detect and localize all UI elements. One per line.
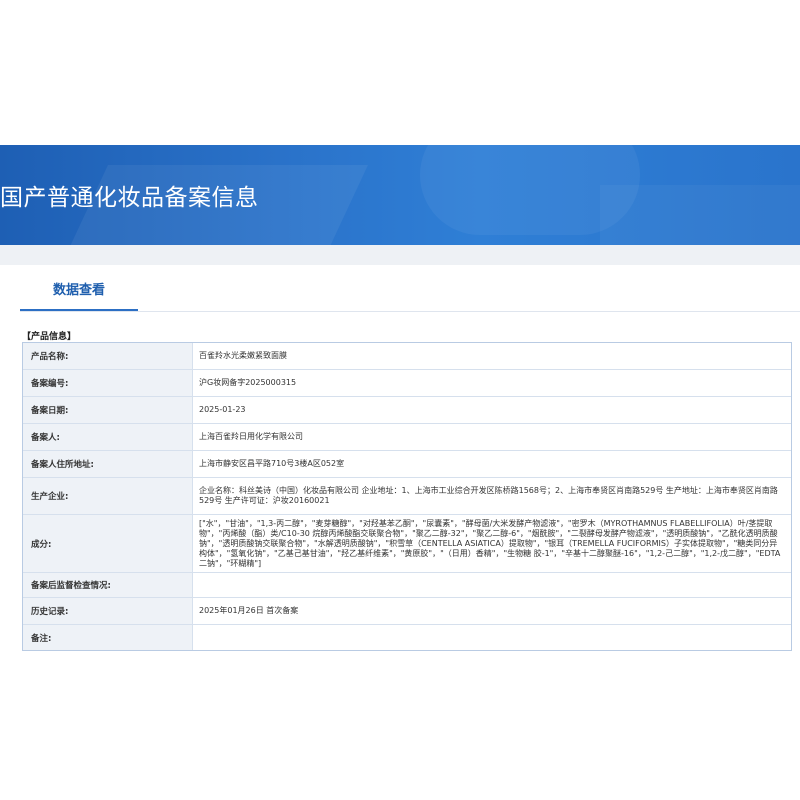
row-value — [193, 573, 791, 597]
row-label: 产品名称: — [23, 343, 193, 369]
row-label: 备案编号: — [23, 370, 193, 396]
row-value: 沪G妆网备字2025000315 — [193, 370, 791, 396]
table-row-filer-address: 备案人住所地址: 上海市静安区昌平路710号3楼A区052室 — [23, 451, 791, 478]
tab-bar-divider — [20, 311, 800, 312]
row-value: 上海百雀羚日用化学有限公司 — [193, 424, 791, 450]
row-label: 成分: — [23, 515, 193, 572]
page-title: 国产普通化妆品备案信息 — [0, 185, 259, 211]
row-label: 备案后监督检查情况: — [23, 573, 193, 597]
section-title: 【产品信息】 — [22, 332, 77, 342]
table-row-filer: 备案人: 上海百雀羚日用化学有限公司 — [23, 424, 791, 451]
row-value: 上海市静安区昌平路710号3楼A区052室 — [193, 451, 791, 477]
row-value: 百雀羚水光柔嫩紧致面膜 — [193, 343, 791, 369]
row-label: 生产企业: — [23, 478, 193, 514]
row-value: 企业名称：科丝美诗（中国）化妆品有限公司 企业地址：1、上海市工业综合开发区陈桥… — [193, 478, 791, 514]
table-row-product-name: 产品名称: 百雀羚水光柔嫩紧致面膜 — [23, 343, 791, 370]
product-info-table: 产品名称: 百雀羚水光柔嫩紧致面膜 备案编号: 沪G妆网备字2025000315… — [22, 342, 792, 651]
row-value — [193, 625, 791, 650]
table-row-inspection: 备案后监督检查情况: — [23, 573, 791, 598]
row-value: 2025-01-23 — [193, 397, 791, 423]
table-row-ingredients: 成分: ["水"，"甘油"，"1,3-丙二醇"，"麦芽糖醇"，"对羟基苯乙酮"，… — [23, 515, 791, 573]
row-label: 备案人: — [23, 424, 193, 450]
table-row-manufacturer: 生产企业: 企业名称：科丝美诗（中国）化妆品有限公司 企业地址：1、上海市工业综… — [23, 478, 791, 515]
banner-decoration — [600, 185, 800, 245]
table-row-filing-date: 备案日期: 2025-01-23 — [23, 397, 791, 424]
tab-data-view[interactable]: 数据查看 — [20, 265, 138, 311]
page-banner: 国产普通化妆品备案信息 — [0, 145, 800, 245]
row-label: 备注: — [23, 625, 193, 650]
row-value: 2025年01月26日 首次备案 — [193, 598, 791, 624]
separator-band — [0, 245, 800, 265]
row-label: 备案日期: — [23, 397, 193, 423]
tab-bar: 数据查看 — [20, 265, 800, 313]
table-row-notes: 备注: — [23, 625, 791, 650]
table-row-filing-number: 备案编号: 沪G妆网备字2025000315 — [23, 370, 791, 397]
row-label: 备案人住所地址: — [23, 451, 193, 477]
row-value: ["水"，"甘油"，"1,3-丙二醇"，"麦芽糖醇"，"对羟基苯乙酮"，"尿囊素… — [193, 515, 791, 572]
table-row-history: 历史记录: 2025年01月26日 首次备案 — [23, 598, 791, 625]
row-label: 历史记录: — [23, 598, 193, 624]
